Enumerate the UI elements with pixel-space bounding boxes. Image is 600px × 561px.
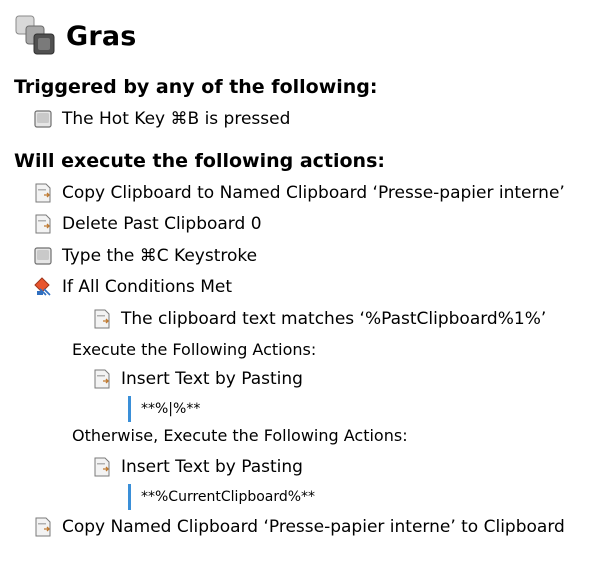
action-text: Delete Past Clipboard 0 [62, 214, 262, 234]
action-text: Insert Text by Pasting [121, 457, 303, 477]
action-text: Insert Text by Pasting [121, 369, 303, 389]
hotkey-icon [34, 109, 52, 129]
clipboard-action-icon [93, 457, 111, 477]
actions-heading: Will execute the following actions: [14, 150, 385, 172]
triggers-heading: Triggered by any of the following: [14, 76, 378, 98]
clipboard-action-icon [93, 369, 111, 389]
else-label: Otherwise, Execute the Following Actions… [72, 426, 408, 445]
action-copy-to-named[interactable]: Copy Clipboard to Named Clipboard ‘Press… [34, 180, 565, 206]
clipboard-action-icon [34, 517, 52, 537]
text-block-marker [128, 484, 131, 510]
then-paste-text[interactable]: **%|%** [128, 396, 200, 422]
action-delete-past[interactable]: Delete Past Clipboard 0 [34, 211, 262, 237]
trigger-hotkey[interactable]: The Hot Key ⌘B is pressed [34, 106, 290, 132]
clipboard-action-icon [34, 214, 52, 234]
then-insert-text[interactable]: Insert Text by Pasting [93, 366, 303, 392]
else-paste-text[interactable]: **%CurrentClipboard%** [128, 484, 315, 510]
action-text: Type the ⌘C Keystroke [62, 246, 258, 266]
action-copy-named-to-clipboard[interactable]: Copy Named Clipboard ‘Presse-papier inte… [34, 514, 565, 540]
action-text: Copy Clipboard to Named Clipboard ‘Press… [62, 183, 565, 203]
macro-header: Gras [14, 14, 137, 58]
paste-text-value: **%CurrentClipboard%** [141, 489, 316, 505]
action-text: Copy Named Clipboard ‘Presse-papier inte… [62, 517, 565, 537]
condition-clipboard-matches[interactable]: The clipboard text matches ‘%PastClipboa… [93, 306, 546, 332]
action-text: If All Conditions Met [62, 277, 233, 297]
action-if-conditions[interactable]: If All Conditions Met [34, 274, 232, 300]
condition-text: The clipboard text matches ‘%PastClipboa… [121, 309, 547, 329]
action-type-keystroke[interactable]: Type the ⌘C Keystroke [34, 243, 257, 269]
paste-text-value: **%|%** [141, 401, 201, 417]
macro-group-icon [14, 14, 58, 58]
then-label: Execute the Following Actions: [72, 340, 317, 359]
if-condition-icon [34, 277, 52, 297]
clipboard-action-icon [93, 309, 111, 329]
text-block-marker [128, 396, 131, 422]
clipboard-action-icon [34, 183, 52, 203]
keystroke-icon [34, 246, 52, 266]
trigger-text: The Hot Key ⌘B is pressed [62, 109, 291, 129]
macro-title[interactable]: Gras [66, 21, 137, 52]
else-insert-text[interactable]: Insert Text by Pasting [93, 454, 303, 480]
